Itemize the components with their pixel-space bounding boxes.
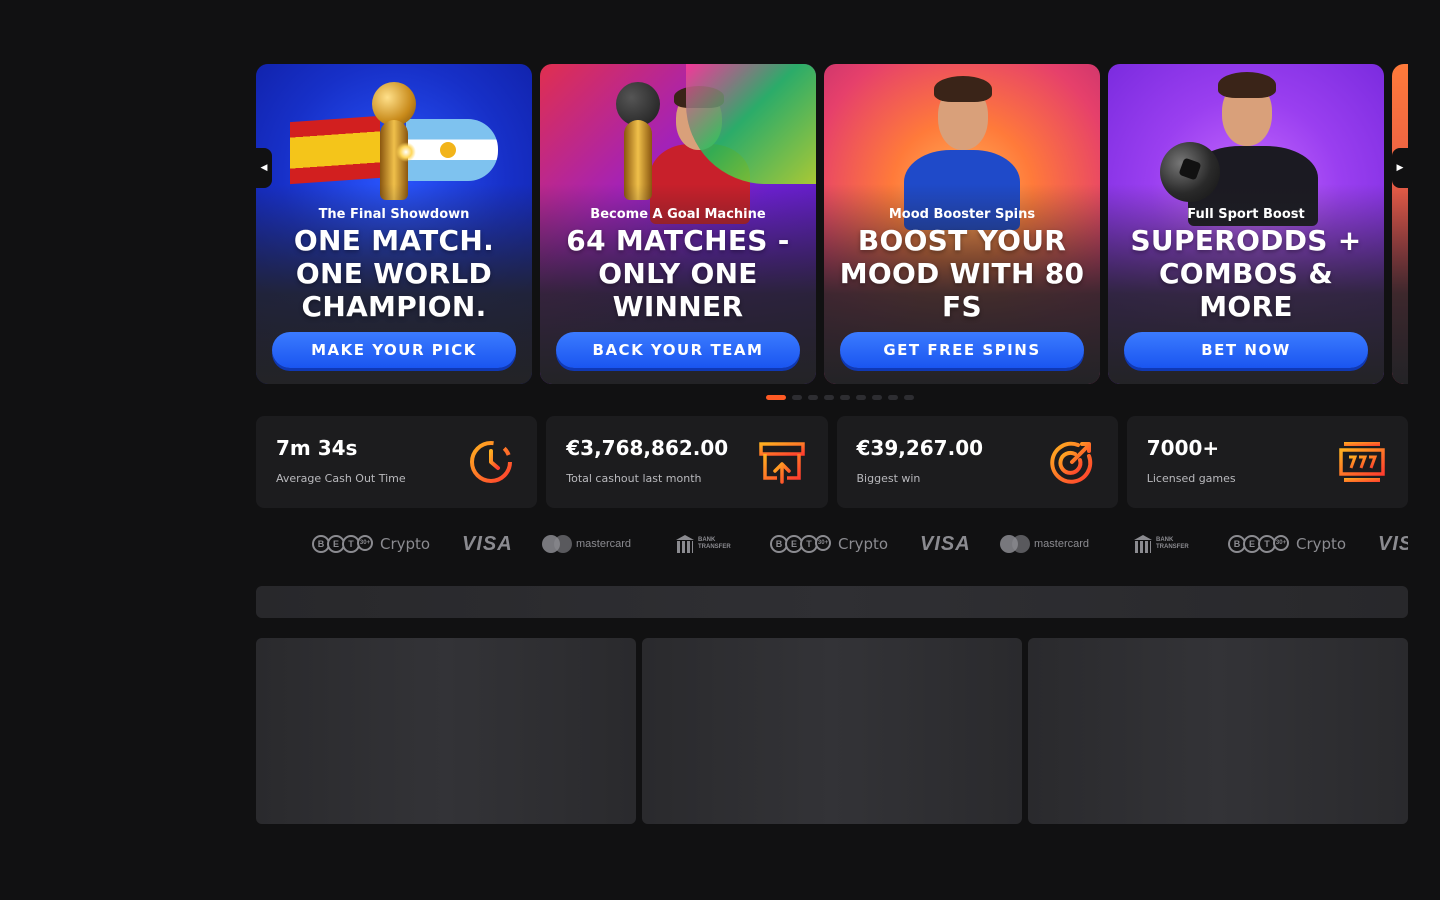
loading-skeleton-card: [642, 638, 1022, 824]
carousel-dot[interactable]: [856, 395, 866, 400]
carousel-dot[interactable]: [872, 395, 882, 400]
stat-card: €3,768,862.00 Total cashout last month: [546, 416, 828, 508]
promo-subtitle: Mood Booster Spins: [888, 207, 1036, 222]
crypto-logo: B E T 30+ Crypto: [770, 526, 888, 562]
carousel-dot[interactable]: [840, 395, 850, 400]
mastercard-icon: [1000, 535, 1030, 553]
stat-card: 7000+ Licensed games: [1126, 416, 1408, 508]
crypto-label: Crypto: [838, 535, 889, 553]
loading-skeleton-card: [256, 638, 636, 824]
sparkle-icon: [396, 142, 416, 162]
carousel-pagination: [766, 395, 914, 400]
chevron-right-icon: ▶: [1396, 163, 1404, 173]
stat-value: 7000+: [1146, 436, 1220, 460]
make-your-pick-button[interactable]: MAKE YOUR PICK: [272, 332, 516, 368]
transfer-label: TRANSFER: [1156, 544, 1189, 550]
promo-title: ONE MATCH. ONE WORLD CHAMPION.: [293, 224, 495, 323]
more-coins-icon: 30+: [815, 535, 831, 551]
carousel-prev-button[interactable]: ◀: [256, 148, 272, 188]
back-your-team-button[interactable]: BACK YOUR TEAM: [556, 332, 800, 368]
stat-label: Total cashout last month: [566, 472, 702, 485]
stat-value: €3,768,862.00: [566, 436, 729, 460]
more-coins-icon: 30+: [357, 535, 373, 551]
promo-subtitle: Become A Goal Machine: [590, 207, 766, 222]
bank-icon: [676, 535, 694, 553]
bank-icon: [1134, 535, 1152, 553]
bank-label: BANK: [698, 537, 716, 543]
promo-subtitle: Full Sport Boost: [1187, 207, 1305, 222]
promo-card-partial[interactable]: [1392, 64, 1408, 384]
promo-card[interactable]: Mood Booster Spins BOOST YOUR MOOD WITH …: [824, 64, 1100, 384]
more-coins-icon: 30+: [1273, 535, 1289, 551]
carousel-dot[interactable]: [824, 395, 834, 400]
promo-card[interactable]: Become A Goal Machine 64 MATCHES - ONLY …: [540, 64, 816, 384]
carousel-dot[interactable]: [904, 395, 914, 400]
promo-card[interactable]: The Final Showdown ONE MATCH. ONE WORLD …: [256, 64, 532, 384]
stat-card: 7m 34s Average Cash Out Time: [256, 416, 538, 508]
crypto-label: Crypto: [380, 535, 431, 553]
carousel-dot[interactable]: [792, 395, 802, 400]
stat-label: Average Cash Out Time: [276, 472, 406, 485]
cashout-icon: [758, 442, 805, 484]
crypto-label: Crypto: [1296, 535, 1347, 553]
crypto-logo: B E T 30+ Crypto: [1228, 526, 1346, 562]
mastercard-logo: mastercard: [542, 526, 631, 562]
mastercard-icon: [542, 535, 572, 553]
payment-methods-strip: B E T 30+ Crypto VISA mastercard BANK TRANSF…: [256, 526, 1408, 562]
get-free-spins-button[interactable]: GET FREE SPINS: [840, 332, 1084, 368]
promo-subtitle: The Final Showdown: [318, 207, 470, 222]
promo-title: BOOST YOUR MOOD WITH 80 FS: [839, 224, 1085, 323]
stat-value: €39,267.00: [856, 436, 984, 460]
mastercard-logo: mastercard: [1000, 526, 1089, 562]
carousel-dot[interactable]: [808, 395, 818, 400]
transfer-label: TRANSFER: [698, 544, 731, 550]
visa-logo: VISA: [920, 532, 971, 555]
visa-logo: VISA: [1378, 532, 1408, 555]
loading-skeleton-bar: [256, 586, 1408, 618]
visa-logo: VISA: [462, 532, 513, 555]
carousel-dot[interactable]: [766, 395, 786, 400]
bank-transfer-logo: BANK TRANSFER: [1134, 526, 1189, 562]
carousel-dot[interactable]: [888, 395, 898, 400]
slot-machine-icon: [1339, 442, 1385, 482]
target-icon: [1050, 441, 1092, 484]
stat-label: Licensed games: [1146, 472, 1236, 485]
bank-transfer-logo: BANK TRANSFER: [676, 526, 731, 562]
carousel-next-button[interactable]: ▶: [1392, 148, 1408, 188]
promo-title: 64 MATCHES - ONLY ONE WINNER: [566, 224, 790, 323]
promo-title: SUPERODDS + COMBOS & MORE: [1130, 224, 1362, 323]
sun-icon: [440, 142, 456, 158]
promo-carousel: The Final Showdown ONE MATCH. ONE WORLD …: [256, 64, 1408, 384]
bet-now-button[interactable]: BET NOW: [1124, 332, 1368, 368]
bank-label: BANK: [1156, 537, 1174, 543]
chevron-left-icon: ◀: [260, 163, 268, 173]
crypto-logo: B E T 30+ Crypto: [312, 526, 430, 562]
promo-card[interactable]: Full Sport Boost SUPERODDS + COMBOS & MO…: [1108, 64, 1384, 384]
stat-label: Biggest win: [856, 472, 921, 485]
stopwatch-icon: [470, 441, 513, 483]
stat-card: €39,267.00 Biggest win: [836, 416, 1118, 508]
stats-row: 7m 34s Average Cash Out Time €3,768,862.…: [256, 416, 1408, 508]
mastercard-label: mastercard: [1034, 538, 1090, 550]
loading-skeleton-card: [1028, 638, 1408, 824]
stat-value: 7m 34s: [276, 436, 358, 460]
mastercard-label: mastercard: [576, 538, 632, 550]
